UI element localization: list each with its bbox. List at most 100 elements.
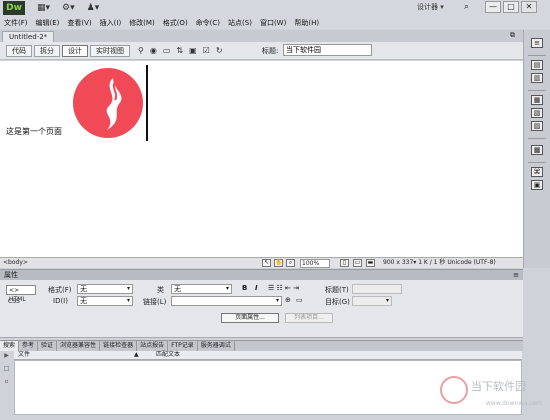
preview-icon[interactable]: ◉ <box>150 46 157 55</box>
menu-format[interactable]: 格式(O) <box>163 18 188 28</box>
watermark-logo <box>440 376 468 404</box>
zoom-select[interactable]: 100% <box>300 259 330 268</box>
menu-site[interactable]: 站点(S) <box>228 18 252 28</box>
restore-icon[interactable]: ⧉ <box>510 31 515 40</box>
properties-title: 属性 <box>4 271 18 279</box>
pointer-tool-icon[interactable]: ↖ <box>262 259 271 267</box>
mobile-size-icon[interactable]: ▯ <box>340 259 349 267</box>
tab-ftp-log[interactable]: FTP记录 <box>168 341 198 351</box>
list-item-button[interactable]: 列表项目... <box>285 313 333 323</box>
format-select[interactable]: 无 ▾ <box>77 284 133 294</box>
user-icon[interactable]: ♟▾ <box>87 3 100 13</box>
desktop-size-icon[interactable]: ▬ <box>366 259 375 267</box>
column-file[interactable]: 文件 <box>18 351 30 359</box>
flame-logo-image[interactable] <box>73 68 143 138</box>
panel-menu-icon[interactable]: ≡ <box>513 270 519 280</box>
results-columns: 文件 ▲ 匹配文本 <box>14 351 522 360</box>
tab-validation[interactable]: 验证 <box>38 341 58 351</box>
tab-reference[interactable]: 参考 <box>19 341 39 351</box>
tab-browser-compat[interactable]: 浏览器兼容性 <box>57 341 101 351</box>
gear-icon[interactable]: ⚙▾ <box>62 3 75 13</box>
tab-site-reports[interactable]: 站点报告 <box>137 341 169 351</box>
maximize-button[interactable]: □ <box>503 1 519 13</box>
css-styles-icon[interactable]: ▤ <box>531 60 543 70</box>
target-select[interactable]: ▾ <box>352 296 392 306</box>
stop-icon[interactable]: □ <box>2 365 11 374</box>
menu-help[interactable]: 帮助(H) <box>294 18 319 28</box>
chevron-down-icon: ▾ <box>126 285 130 292</box>
id-select[interactable]: 无 ▾ <box>77 296 133 306</box>
hand-tool-icon[interactable]: ✋ <box>274 259 283 267</box>
menu-window[interactable]: 窗口(W) <box>260 18 286 28</box>
watermark-text: 当下软件园 <box>471 380 526 393</box>
app-logo: Dw <box>3 1 25 15</box>
menu-commands[interactable]: 命令(C) <box>196 18 220 28</box>
column-match-text[interactable]: 匹配文本 <box>156 351 180 359</box>
close-button[interactable]: ✕ <box>521 1 537 13</box>
document-tab[interactable]: Untitled-2* <box>2 31 55 42</box>
class-select[interactable]: 无 ▾ <box>171 284 232 294</box>
sort-icon[interactable]: ▲ <box>134 351 139 359</box>
assets-icon[interactable]: ▩ <box>531 145 543 155</box>
inspect-icon[interactable]: ⚲ <box>138 46 144 55</box>
properties-panel: <> HTML CSS 格式(F) 无 ▾ 类 无 ▾ B I ☰ ☷ ⇤ ⇥ 标题… <box>0 280 523 338</box>
tab-server-debug[interactable]: 服务器调试 <box>198 341 235 351</box>
validate-icon[interactable]: ☑ <box>203 46 210 55</box>
search-icon[interactable]: ⌕ <box>464 2 469 12</box>
design-canvas[interactable]: 这是第一个页面 <box>0 61 523 257</box>
browse-folder-icon[interactable]: ▭ <box>296 296 303 304</box>
css-mode-button[interactable]: CSS <box>6 297 36 307</box>
workspace-switcher[interactable]: 设计器 ▾ <box>417 2 444 12</box>
chevron-down-icon: ▾ <box>275 297 279 304</box>
point-to-file-icon[interactable]: ⊕ <box>285 296 291 304</box>
tag-selector[interactable]: <body> <box>3 258 28 268</box>
id-label: ID(I) <box>53 297 68 305</box>
snippets-icon[interactable]: ▣ <box>531 180 543 190</box>
zoom-tool-icon[interactable]: ⌕ <box>286 259 295 267</box>
design-view-button[interactable]: 设计 <box>62 44 88 57</box>
split-view-button[interactable]: 拆分 <box>34 44 60 57</box>
tab-search[interactable]: 搜索 <box>0 341 20 351</box>
page-properties-button[interactable]: 页面属性... <box>221 313 279 323</box>
menu-insert[interactable]: 插入(I) <box>100 18 122 28</box>
title-input[interactable] <box>283 44 372 56</box>
minimize-button[interactable]: — <box>485 1 501 13</box>
play-icon[interactable]: ▶ <box>2 352 11 361</box>
page-text[interactable]: 这是第一个页面 <box>6 126 62 137</box>
window-size-info[interactable]: 900 x 337▾ 1 K / 1 秒 Unicode (UTF-8) <box>383 258 496 268</box>
id-value: 无 <box>80 297 87 305</box>
italic-button[interactable]: I <box>255 284 258 292</box>
format-label: 格式(F) <box>48 286 72 294</box>
file-management-icon[interactable]: ⇅ <box>176 46 183 55</box>
visual-aids-icon[interactable]: ▣ <box>189 46 197 55</box>
target-label: 目标(G) <box>325 298 350 306</box>
bold-button[interactable]: B <box>242 284 247 292</box>
document-tab-bar: Untitled-2* ⧉ <box>0 30 523 42</box>
server-behaviors-icon[interactable]: ▨ <box>531 121 543 131</box>
databases-icon[interactable]: ▦ <box>531 95 543 105</box>
multiscreen-icon[interactable]: ▭ <box>163 46 171 55</box>
ap-elements-icon[interactable]: ▥ <box>531 73 543 83</box>
list-icons[interactable]: ☰ ☷ ⇤ ⇥ <box>268 284 299 292</box>
bindings-icon[interactable]: ▧ <box>531 108 543 118</box>
files-icon[interactable]: ⌘ <box>531 167 543 177</box>
save-report-icon[interactable]: ▫ <box>2 378 11 387</box>
properties-header[interactable]: 属性 ≡ <box>0 269 523 280</box>
menu-view[interactable]: 查看(V) <box>67 18 91 28</box>
dock-divider <box>528 138 546 139</box>
menu-edit[interactable]: 编辑(E) <box>36 18 60 28</box>
html-mode-button[interactable]: <> HTML <box>6 285 36 303</box>
class-value: 无 <box>174 285 181 293</box>
layout-icon[interactable]: ▦▾ <box>37 3 50 13</box>
menu-file[interactable]: 文件(F) <box>4 18 28 28</box>
live-view-button[interactable]: 实时视图 <box>90 44 130 57</box>
chevron-down-icon: ▾ <box>126 297 130 304</box>
title-attr-input[interactable] <box>352 284 402 294</box>
tablet-size-icon[interactable]: ▭ <box>353 259 362 267</box>
tab-link-checker[interactable]: 链接检查器 <box>100 341 138 351</box>
code-view-button[interactable]: 代码 <box>6 44 32 57</box>
insert-panel-icon[interactable]: ≡ <box>531 38 543 48</box>
link-input[interactable]: ▾ <box>171 296 282 306</box>
refresh-icon[interactable]: ↻ <box>216 46 223 55</box>
menu-modify[interactable]: 修改(M) <box>129 18 155 28</box>
